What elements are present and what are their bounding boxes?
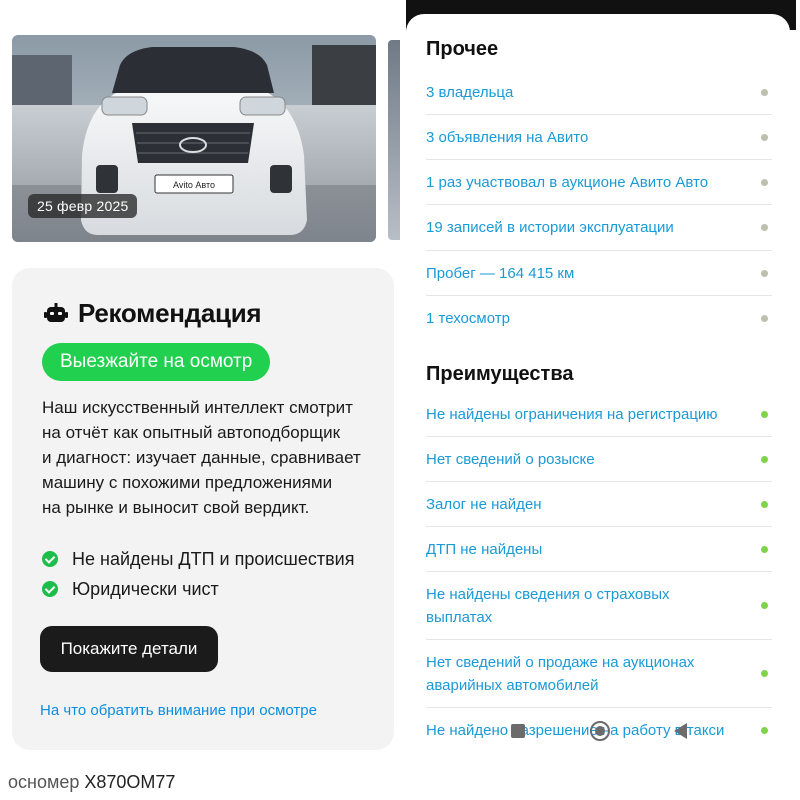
recent-apps-icon[interactable] — [511, 724, 525, 738]
list-item-label: Пробег — 164 415 км — [426, 264, 575, 282]
recommendation-title: Рекомендация — [78, 298, 262, 328]
plate-number-value: X870OM77 — [84, 772, 176, 792]
status-dot — [761, 269, 768, 277]
list-item[interactable]: 3 владельца — [426, 70, 772, 115]
description-line: на рынке и выносит свой вердикт. — [42, 498, 310, 517]
status-dot — [761, 545, 768, 553]
list-item[interactable]: 1 техосмотр — [426, 296, 772, 341]
status-dot — [761, 178, 768, 186]
check-item-label: Юридически чист — [72, 578, 219, 599]
list-item-label: 3 владельца — [426, 83, 514, 101]
status-dot — [761, 410, 768, 418]
list-item-label: Нет сведений о розыске — [426, 450, 595, 468]
check-circle-icon — [42, 551, 58, 567]
list-item[interactable]: Не найдены сведения о страховых выплатах — [426, 572, 772, 640]
inspection-tips-link[interactable]: На что обратить внимание при осмотре — [40, 702, 317, 719]
advantages-section-title: Преимущества — [426, 363, 574, 385]
robot-icon — [44, 302, 68, 322]
list-item-label: Нет сведений о продаже на аукционах авар… — [426, 653, 695, 694]
photo-date-badge: 25 февр 2025 — [28, 194, 138, 218]
description-line: Наш искусственный интеллект смотрит — [42, 398, 353, 417]
list-item[interactable]: 3 объявления на Авито — [426, 115, 772, 160]
other-section-title: Прочее — [426, 38, 499, 60]
plate-number-label: осномер — [8, 772, 80, 792]
list-item-label: Не найдены сведения о страховых выплатах — [426, 585, 670, 626]
status-dot — [761, 133, 768, 141]
other-list: 3 владельца 3 объявления на Авито 1 раз … — [426, 70, 772, 341]
status-dot — [761, 455, 768, 463]
status-dot — [761, 224, 768, 231]
list-item-label: 1 техосмотр — [426, 310, 510, 327]
description-line: на отчёт как опытный автоподборщик — [42, 423, 341, 442]
check-list: Не найдены ДТП и происшествия Юридически… — [42, 544, 354, 604]
list-item[interactable]: Нет сведений о розыске — [426, 437, 772, 482]
verdict-badge: Выезжайте на осмотр — [42, 343, 271, 381]
home-icon[interactable] — [590, 721, 610, 741]
check-item: Не найдены ДТП и происшествия — [42, 544, 354, 574]
show-details-button[interactable]: Покажите детали — [40, 626, 218, 672]
list-item[interactable]: ДТП не найдены — [426, 527, 772, 572]
list-item[interactable]: Нет сведений о продаже на аукционах авар… — [426, 640, 772, 708]
list-item-label: 3 объявления на Авито — [426, 128, 589, 146]
right-panel: Прочее 3 владельца 3 объявления на Авито… — [400, 0, 800, 800]
check-item: Юридически чист — [42, 574, 354, 604]
list-item-label: 19 записей в истории эксплуатации — [426, 219, 674, 236]
list-item[interactable]: 19 записей в истории эксплуатации — [426, 205, 772, 251]
recommendation-card: Рекомендация Выезжайте на осмотр Наш иск… — [12, 268, 394, 750]
list-item[interactable]: Пробег — 164 415 км — [426, 251, 772, 296]
list-item-label: 1 раз участвовал в аукционе Авито Авто — [426, 173, 709, 191]
list-item-label: Залог не найден — [426, 495, 542, 513]
description-line: машину с похожими предложениями — [42, 473, 333, 492]
status-dot — [761, 88, 768, 96]
status-dot — [761, 500, 768, 508]
android-nav-bar — [406, 719, 790, 743]
recommendation-header: Рекомендация — [44, 298, 262, 329]
report-sheet: Прочее 3 владельца 3 объявления на Авито… — [406, 14, 790, 800]
list-item[interactable]: 1 раз участвовал в аукционе Авито Авто — [426, 160, 772, 205]
recommendation-description: Наш искусственный интеллект смотрит на о… — [42, 395, 382, 520]
list-item-label: ДТП не найдены — [426, 540, 543, 558]
status-dot — [761, 602, 768, 609]
status-dot — [761, 315, 768, 322]
list-item[interactable]: Не найдены ограничения на регистрацию — [426, 392, 772, 437]
check-circle-icon — [42, 581, 58, 597]
description-line: и диагност: изучает данные, сравнивает — [42, 448, 361, 467]
left-panel: Avito Авто 25 февр 2025 Рекомендация Вые… — [0, 0, 400, 800]
status-dot — [761, 670, 768, 677]
plate-number-row: осномер X870OM77 — [8, 772, 175, 793]
back-icon[interactable] — [674, 723, 687, 739]
advantages-list: Не найдены ограничения на регистрацию Не… — [426, 392, 772, 753]
check-item-label: Не найдены ДТП и происшествия — [72, 548, 355, 569]
next-photo-edge[interactable] — [388, 40, 400, 240]
plate-label: Avito Авто — [173, 180, 215, 190]
list-item[interactable]: Залог не найден — [426, 482, 772, 527]
list-item-label: Не найдены ограничения на регистрацию — [426, 405, 718, 423]
